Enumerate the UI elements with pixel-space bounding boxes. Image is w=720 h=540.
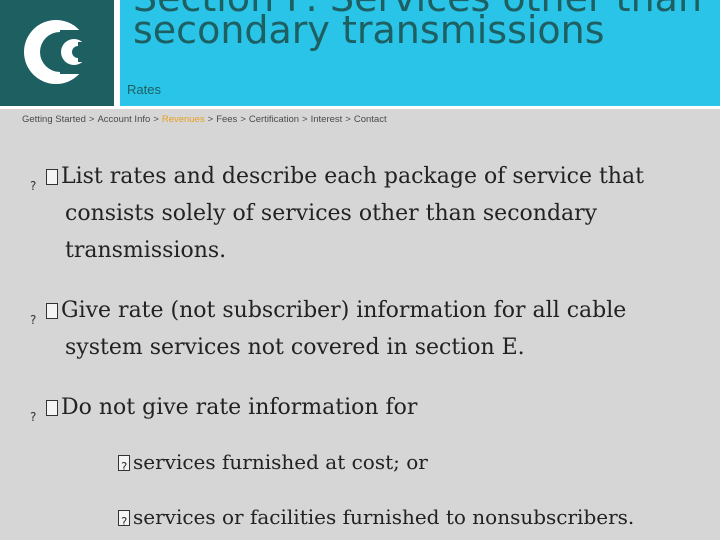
sub-bullet-text: services or facilities furnished to nons…	[133, 505, 635, 529]
bullet-icon	[46, 400, 58, 416]
bullet-text: Give rate (not subscriber) information f…	[61, 298, 627, 360]
copyright-logo-icon	[24, 20, 92, 84]
slide-header: Section F: Services other than secondary…	[0, 0, 720, 106]
crumb-fees[interactable]: Fees	[216, 114, 237, 125]
crumb-certification[interactable]: Certification	[249, 114, 299, 125]
bullet-icon	[46, 303, 58, 319]
crumb-separator: >	[88, 114, 95, 125]
bullet-text: List rates and describe each package of …	[61, 164, 644, 263]
sub-bullet-icon	[118, 454, 130, 480]
crumb-separator: >	[153, 114, 159, 125]
crumb-separator: >	[240, 114, 246, 125]
sub-bullet-item: services furnished at cost; or	[118, 449, 678, 480]
sub-bullet-text: services furnished at cost; or	[133, 450, 428, 474]
page-subtitle: Rates	[127, 82, 161, 97]
header-divider	[114, 0, 120, 106]
sub-bullet-item: services or facilities furnished to nons…	[118, 504, 678, 535]
bullet-text: Do not give rate information for	[61, 395, 418, 420]
sub-bullet-icon	[118, 509, 130, 535]
bullet-item: Do not give rate information for	[46, 389, 666, 426]
crumb-account-info[interactable]: Account Info	[97, 114, 150, 125]
page-title: Section F: Services other than secondary…	[133, 0, 702, 52]
bullet-item: List rates and describe each package of …	[46, 158, 666, 269]
breadcrumb: Getting Started > Account Info > Revenues > Fe…	[22, 114, 387, 125]
header-rule	[0, 106, 720, 109]
crumb-revenues[interactable]: Revenues	[162, 114, 205, 125]
crumb-getting-started[interactable]: Getting Started	[22, 114, 86, 125]
crumb-separator: >	[207, 114, 214, 125]
crumb-separator: >	[302, 114, 308, 125]
crumb-interest[interactable]: Interest	[311, 114, 343, 125]
crumb-contact[interactable]: Contact	[354, 114, 387, 125]
bullet-icon	[46, 169, 58, 185]
bullet-item: Give rate (not subscriber) information f…	[46, 292, 666, 366]
crumb-separator: >	[345, 114, 351, 125]
logo	[0, 0, 114, 106]
